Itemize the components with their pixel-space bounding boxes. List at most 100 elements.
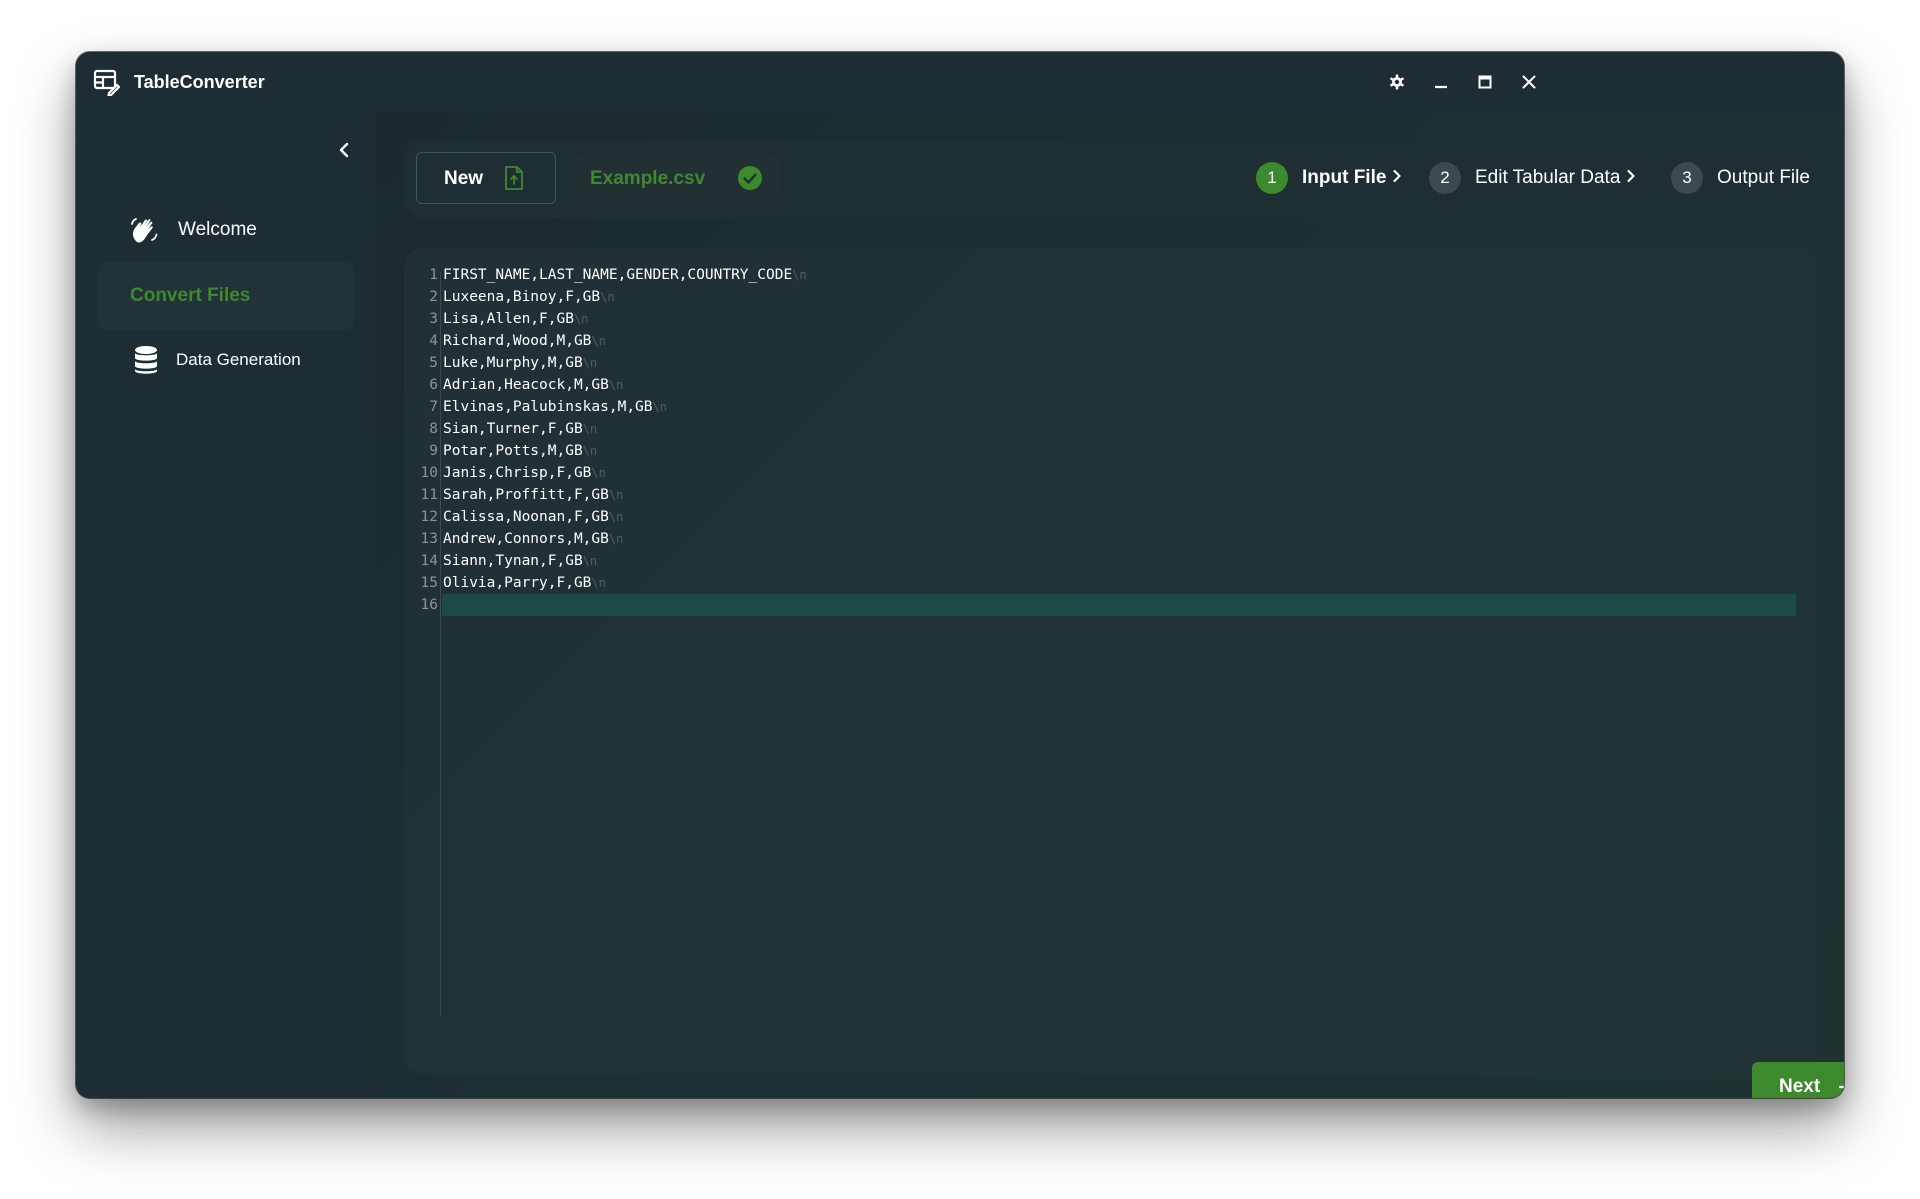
sidebar-item-data-generation[interactable]: Data Generation: [98, 326, 354, 394]
code-line[interactable]: 16: [404, 594, 1816, 616]
line-number: 5: [429, 355, 438, 371]
line-number: 6: [429, 377, 438, 393]
sidebar-item-label: Data Generation: [176, 350, 301, 369]
line-content: Richard,Wood,M,GB: [443, 333, 592, 349]
code-line[interactable]: 10 Janis,Chrisp,F,GB\n: [404, 462, 1816, 484]
line-number: 10: [420, 465, 438, 481]
line-content: Adrian,Heacock,M,GB: [443, 377, 609, 393]
step-label: Edit Tabular Data: [1475, 167, 1621, 188]
line-text: Luxeena,Binoy,F,GB\n: [443, 286, 615, 308]
code-line[interactable]: 1 FIRST_NAME,LAST_NAME,GENDER,COUNTRY_COD…: [404, 264, 1816, 286]
sidebar-item-convert-files[interactable]: Convert Files: [98, 262, 354, 330]
line-number: 11: [420, 487, 438, 503]
line-text: Luke,Murphy,M,GB\n: [443, 352, 597, 374]
code-line[interactable]: 14 Siann,Tynan,F,GB\n: [404, 550, 1816, 572]
line-text: Richard,Wood,M,GB\n: [443, 330, 606, 352]
line-number: 15: [420, 575, 438, 591]
line-content: Olivia,Parry,F,GB: [443, 575, 592, 591]
minimize-icon: [1433, 74, 1449, 90]
newline-marker: \n: [608, 510, 624, 524]
newline-marker: \n: [582, 356, 598, 370]
line-text: Sarah,Proffitt,F,GB\n: [443, 484, 623, 506]
main-content: New Example.csv 1 Input File 2 Edit Tabu…: [376, 112, 1844, 1098]
newline-marker: \n: [582, 422, 598, 436]
newline-marker: \n: [608, 532, 624, 546]
close-icon: [1521, 74, 1537, 90]
code-line[interactable]: 3 Lisa,Allen,F,GB\n: [404, 308, 1816, 330]
newline-marker: \n: [591, 466, 606, 480]
newline-marker: \n: [608, 378, 624, 392]
chevron-right-icon: [1626, 169, 1636, 188]
line-text: Andrew,Connors,M,GB\n: [443, 528, 623, 550]
line-number: 9: [429, 443, 438, 459]
app-title: TableConverter: [134, 72, 265, 92]
waving-hand-icon: [128, 214, 160, 246]
newline-marker: \n: [608, 488, 624, 502]
app-window: TableConverter Welcome Convert Files Dat…: [76, 52, 1844, 1098]
code-line[interactable]: 12 Calissa,Noonan,F,GB\n: [404, 506, 1816, 528]
csv-text-editor[interactable]: 1 FIRST_NAME,LAST_NAME,GENDER,COUNTRY_COD…: [404, 248, 1816, 1074]
table-edit-icon: [92, 68, 121, 97]
line-content: Sian,Turner,F,GB: [443, 421, 583, 437]
code-line[interactable]: 5 Luke,Murphy,M,GB\n: [404, 352, 1816, 374]
close-button[interactable]: [1514, 67, 1544, 97]
next-button[interactable]: Next: [1752, 1062, 1844, 1098]
settings-button[interactable]: [1382, 67, 1412, 97]
chevron-right-icon: [1392, 169, 1402, 188]
step-output-file[interactable]: 3 Output File: [1671, 160, 1810, 196]
newline-marker: \n: [582, 554, 598, 568]
chevron-left-icon: [337, 142, 351, 163]
line-text: Elvinas,Palubinskas,M,GB\n: [443, 396, 667, 418]
collapse-sidebar-button[interactable]: [326, 134, 362, 170]
line-text: Potar,Potts,M,GB\n: [443, 440, 597, 462]
step-label: Output File: [1717, 167, 1810, 188]
line-content: Potar,Potts,M,GB: [443, 443, 583, 459]
line-content: Lisa,Allen,F,GB: [443, 311, 574, 327]
line-text: Siann,Tynan,F,GB\n: [443, 550, 597, 572]
sidebar-item-welcome[interactable]: Welcome: [98, 196, 354, 264]
line-number: 4: [429, 333, 438, 349]
newline-marker: \n: [591, 576, 606, 590]
line-content: Luxeena,Binoy,F,GB: [443, 289, 601, 305]
code-line[interactable]: 6 Adrian,Heacock,M,GB\n: [404, 374, 1816, 396]
line-content: FIRST_NAME,LAST_NAME,GENDER,COUNTRY_CODE: [443, 267, 793, 283]
line-content: Siann,Tynan,F,GB: [443, 553, 583, 569]
step-edit-tabular-data[interactable]: 2 Edit Tabular Data: [1429, 160, 1636, 196]
code-line[interactable]: 7 Elvinas,Palubinskas,M,GB\n: [404, 396, 1816, 418]
step-input-file[interactable]: 1 Input File: [1256, 160, 1402, 196]
file-chip-example-csv[interactable]: Example.csv: [574, 154, 779, 202]
step-label: Input File: [1302, 167, 1387, 188]
newline-marker: \n: [600, 290, 615, 304]
top-toolbar: New Example.csv 1 Input File 2 Edit Tabu…: [404, 140, 1816, 218]
database-icon: [130, 344, 162, 376]
code-line[interactable]: 8 Sian,Turner,F,GB\n: [404, 418, 1816, 440]
line-content: Janis,Chrisp,F,GB: [443, 465, 592, 481]
line-text: Adrian,Heacock,M,GB\n: [443, 374, 623, 396]
newline-marker: \n: [792, 268, 807, 282]
code-line[interactable]: 13 Andrew,Connors,M,GB\n: [404, 528, 1816, 550]
code-line[interactable]: 4 Richard,Wood,M,GB\n: [404, 330, 1816, 352]
new-button-label: New: [444, 168, 484, 189]
minimize-button[interactable]: [1426, 67, 1456, 97]
line-content: Elvinas,Palubinskas,M,GB: [443, 399, 653, 415]
newline-marker: \n: [573, 312, 589, 326]
maximize-button[interactable]: [1470, 67, 1500, 97]
step-number: 1: [1256, 162, 1288, 194]
code-line[interactable]: 9 Potar,Potts,M,GB\n: [404, 440, 1816, 462]
current-line-highlight: [442, 594, 1796, 616]
code-line[interactable]: 11 Sarah,Proffitt,F,GB\n: [404, 484, 1816, 506]
title-bar: TableConverter: [76, 52, 1844, 112]
line-number: 13: [420, 531, 438, 547]
gear-icon: [1389, 74, 1405, 90]
line-text: Janis,Chrisp,F,GB\n: [443, 462, 606, 484]
check-circle-icon: [738, 166, 762, 195]
line-text: Sian,Turner,F,GB\n: [443, 418, 597, 440]
line-number: 2: [429, 289, 438, 305]
line-number: 16: [420, 597, 438, 613]
code-line[interactable]: 2 Luxeena,Binoy,F,GB\n: [404, 286, 1816, 308]
code-line[interactable]: 15 Olivia,Parry,F,GB\n: [404, 572, 1816, 594]
line-content: Luke,Murphy,M,GB: [443, 355, 583, 371]
line-number: 12: [420, 509, 438, 525]
new-file-button[interactable]: New: [416, 152, 556, 204]
line-number: 14: [420, 553, 438, 569]
